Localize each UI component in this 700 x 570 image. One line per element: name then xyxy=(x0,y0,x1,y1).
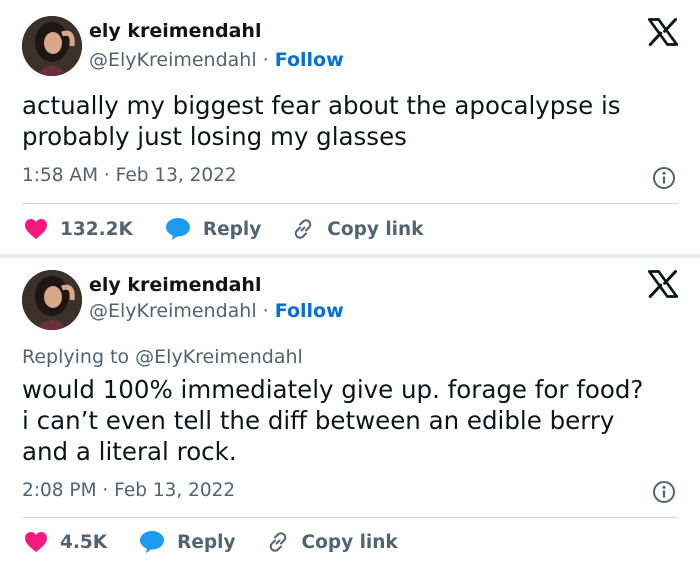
follow-button[interactable]: Follow xyxy=(275,49,344,71)
author-avatar[interactable] xyxy=(22,16,82,76)
heart-icon xyxy=(25,219,47,239)
author-handle[interactable]: @ElyKreimendahl xyxy=(89,49,257,71)
tweet-text: actually my biggest fear about the apoca… xyxy=(22,91,621,151)
avatar-photo-icon xyxy=(22,270,82,330)
author-handle-row: @ElyKreimendahl · Follow xyxy=(89,49,344,71)
replying-to: Replying to @ElyKreimendahl xyxy=(22,346,303,368)
link-icon xyxy=(269,532,286,552)
link-icon xyxy=(295,219,312,239)
replying-to-prefix: Replying to xyxy=(22,346,130,368)
reply-bubble-icon xyxy=(140,531,165,553)
info-icon[interactable] xyxy=(652,166,676,190)
separator-dot: · xyxy=(262,49,269,71)
like-button[interactable]: 132.2K xyxy=(24,218,133,240)
copy-link-button[interactable]: Copy link xyxy=(291,217,423,241)
author-name[interactable]: ely kreimendahl xyxy=(89,274,261,296)
author-name[interactable]: ely kreimendahl xyxy=(89,20,261,42)
x-logo-icon[interactable] xyxy=(648,18,678,46)
copy-link-label: Copy link xyxy=(301,531,398,553)
tweet-actions: 4.5K Reply Copy link xyxy=(24,527,398,557)
reply-bubble-icon xyxy=(165,218,190,240)
reply-label: Reply xyxy=(177,531,236,553)
tweet-card: ely kreimendahl @ElyKreimendahl · Follow… xyxy=(0,0,700,254)
replying-to-handle[interactable]: @ElyKreimendahl xyxy=(135,346,303,368)
follow-button[interactable]: Follow xyxy=(275,300,344,322)
divider xyxy=(22,203,678,204)
reply-label: Reply xyxy=(202,218,262,240)
reply-button[interactable]: Reply xyxy=(165,217,261,241)
tweet-actions: 132.2K Reply Copy link xyxy=(24,214,423,244)
tweet-text: would 100% immediately give up. forage f… xyxy=(22,375,644,466)
copy-link-button[interactable]: Copy link xyxy=(266,530,398,554)
reply-button[interactable]: Reply xyxy=(139,530,236,554)
like-button[interactable]: 4.5K xyxy=(24,531,107,553)
author-handle[interactable]: @ElyKreimendahl xyxy=(89,300,257,322)
info-icon[interactable] xyxy=(652,480,676,504)
heart-icon xyxy=(25,532,47,552)
tweet-timestamp[interactable]: 1:58 AM · Feb 13, 2022 xyxy=(22,165,237,186)
tweet-timestamp[interactable]: 2:08 PM · Feb 13, 2022 xyxy=(22,480,235,501)
copy-link-label: Copy link xyxy=(327,218,424,240)
avatar-photo-icon xyxy=(22,16,82,76)
divider xyxy=(22,517,678,518)
author-handle-row: @ElyKreimendahl · Follow xyxy=(89,300,344,322)
x-logo-icon[interactable] xyxy=(648,270,678,298)
like-count: 4.5K xyxy=(60,531,108,553)
author-avatar[interactable] xyxy=(22,270,82,330)
separator-dot: · xyxy=(262,300,269,322)
like-count: 132.2K xyxy=(60,218,133,240)
tweet-card: ely kreimendahl @ElyKreimendahl · Follow… xyxy=(0,258,700,570)
